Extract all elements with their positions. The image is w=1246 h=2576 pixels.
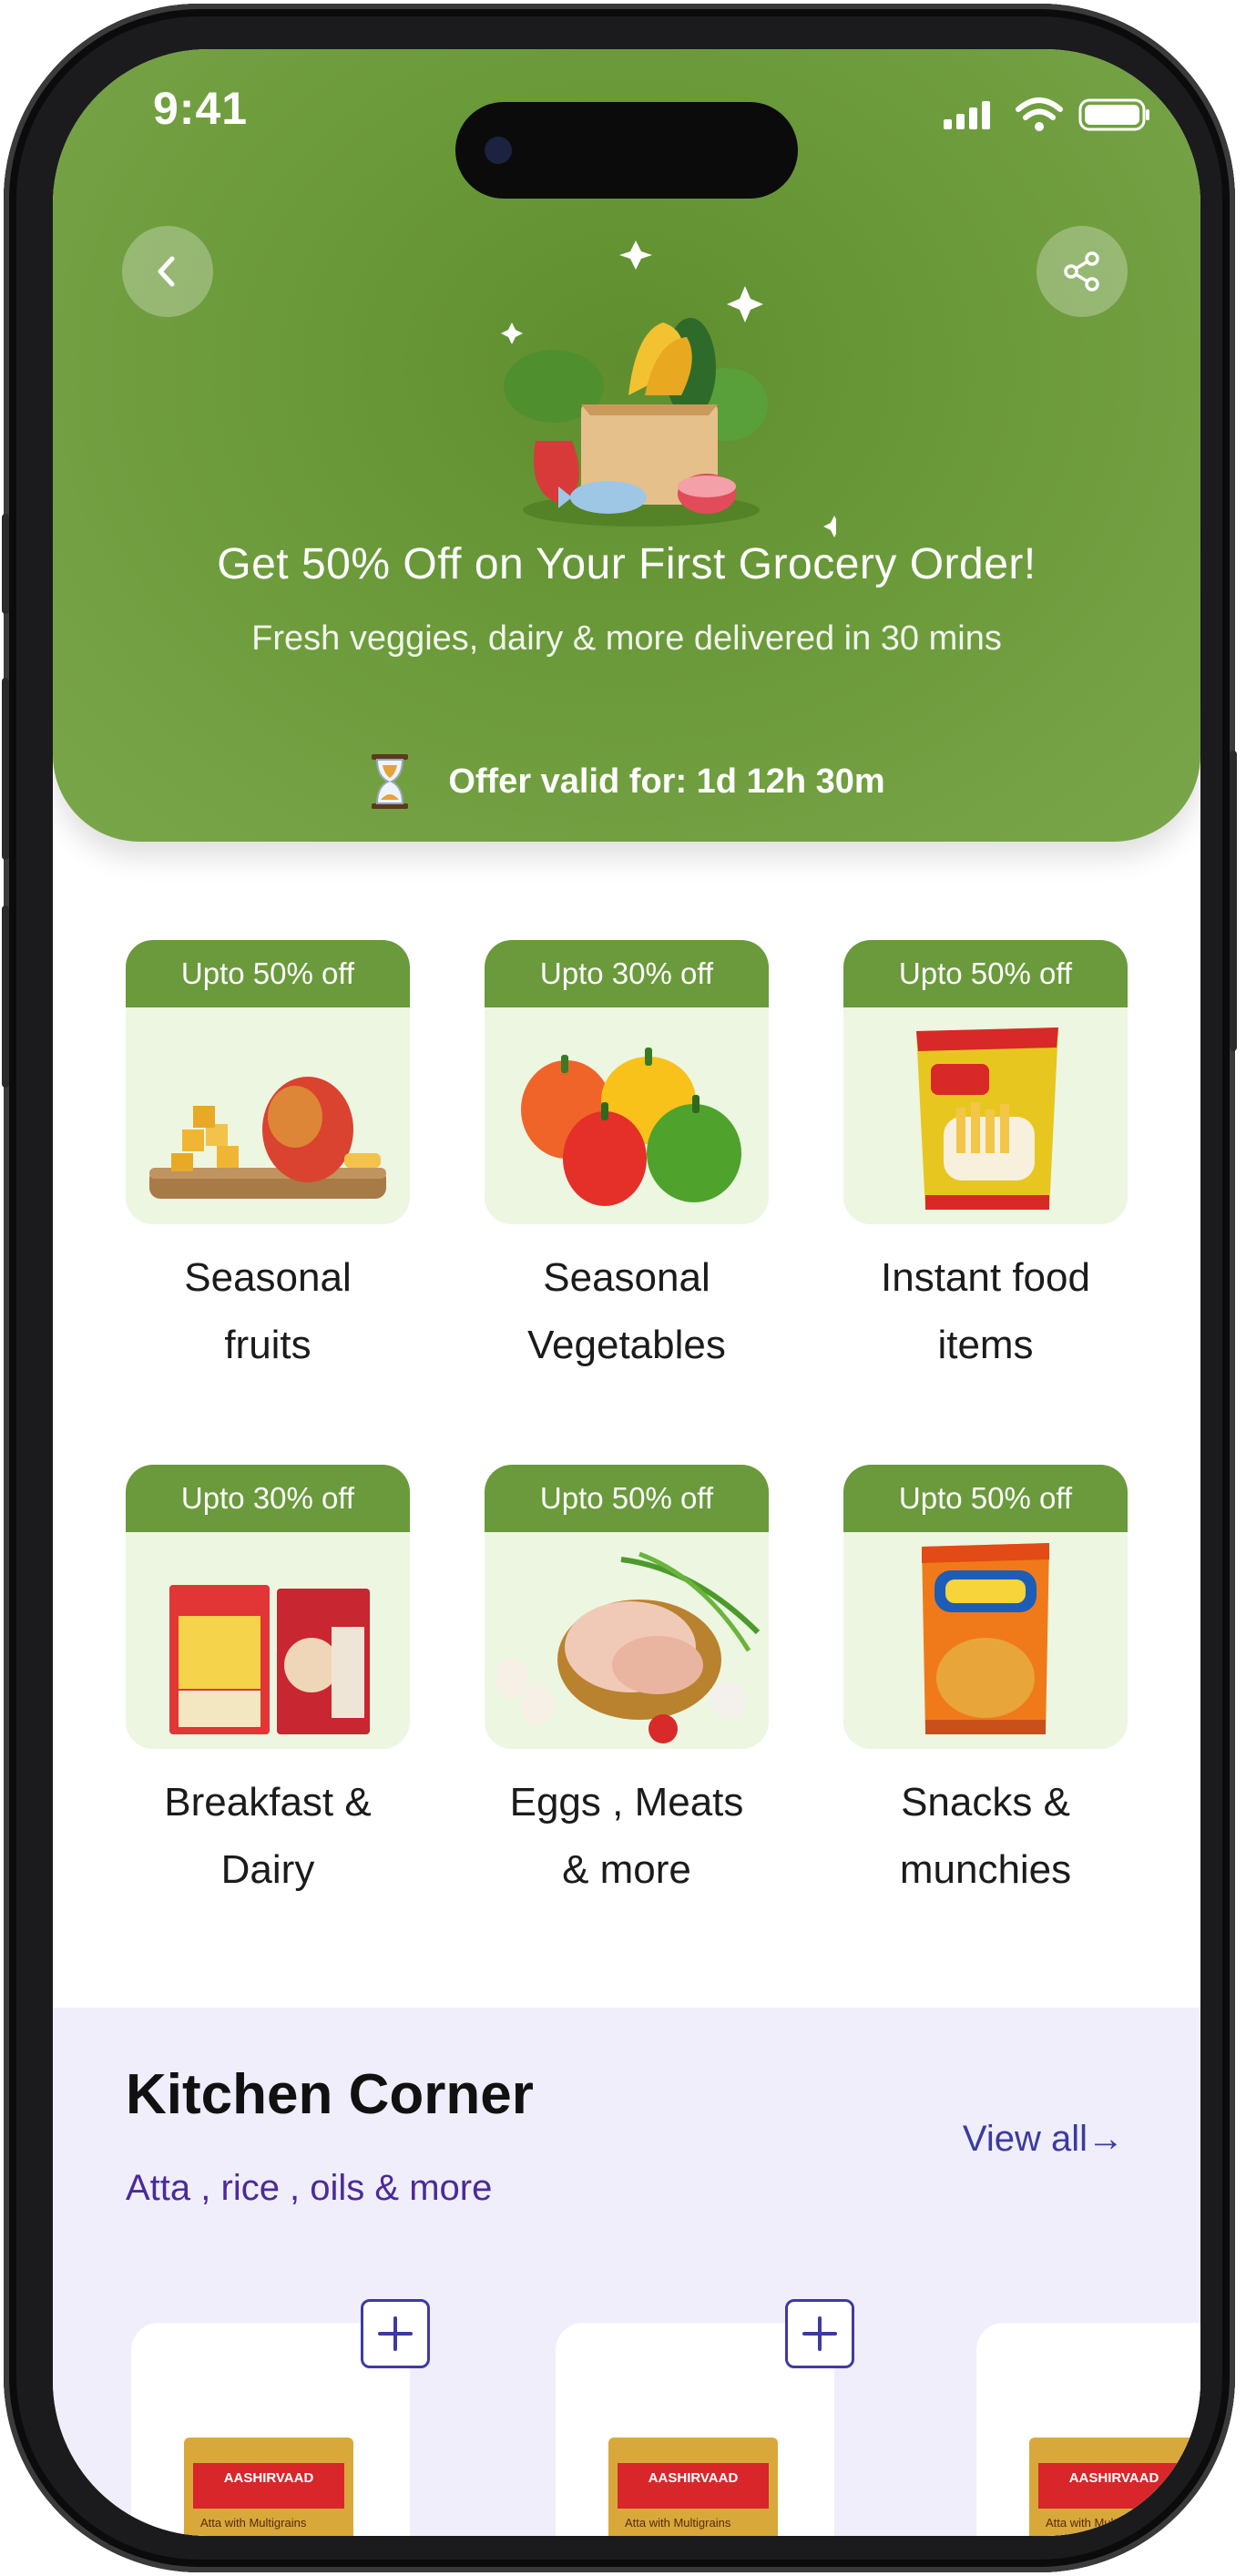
category-breakfast-dairy[interactable]: Upto 30% off Breakfast & Dairy: [126, 1465, 410, 1904]
discount-badge: Upto 50% off: [843, 1465, 1128, 1532]
category-card: Upto 50% off: [485, 1465, 769, 1749]
category-name-line2: Vegetables: [527, 1323, 726, 1367]
eggs-meat-image: [495, 1551, 761, 1743]
category-eggs-meats[interactable]: Upto 50% off Eggs , Meats & more: [485, 1465, 769, 1904]
category-name-line2: Dairy: [220, 1847, 315, 1892]
category-name-line2: munchies: [899, 1847, 1072, 1892]
category-name: Breakfast & Dairy: [126, 1769, 410, 1904]
sparkle-icon: [823, 516, 836, 537]
side-button: [2, 514, 9, 614]
offer-subtitle: Fresh veggies, dairy & more delivered in…: [251, 619, 1002, 658]
plus-icon: [802, 2316, 837, 2351]
category-name-line2: items: [937, 1323, 1034, 1367]
product-brand: AASHIRVAAD: [223, 2470, 314, 2486]
category-card: Upto 30% off: [126, 1465, 410, 1749]
add-to-cart-button[interactable]: [785, 2299, 854, 2368]
product-image: AASHIRVAAD Atta with Multigrains: [184, 2438, 353, 2536]
category-name-line1: Snacks &: [901, 1780, 1070, 1825]
offer-timer-text: Offer valid for: 1d 12h 30m: [448, 762, 885, 801]
category-card: Upto 50% off: [843, 940, 1128, 1224]
vegetables-image: [521, 1048, 741, 1206]
sparkle-icon: [501, 322, 523, 344]
battery-icon: [1078, 98, 1149, 131]
product-variant: Atta with Multigrains: [200, 2516, 307, 2530]
kitchen-corner-section: Kitchen Corner Atta , rice , oils & more…: [53, 2008, 1200, 2536]
offer-banner: 9:41 Get 50% Off on Your First Grocery O…: [53, 49, 1200, 842]
product-image: AASHIRVAAD Atta with Multigrains: [608, 2438, 778, 2536]
product-card[interactable]: AASHIRVAAD Atta with Multigrains: [976, 2323, 1200, 2536]
category-name-line1: Eggs , Meats: [509, 1780, 744, 1825]
discount-badge: Upto 50% off: [126, 940, 410, 1007]
share-button[interactable]: [1037, 226, 1128, 317]
category-seasonal-fruits[interactable]: Upto 50% off Seasonal fruits: [126, 940, 410, 1379]
volume-down-button: [2, 905, 9, 1088]
category-card: Upto 30% off: [485, 940, 769, 1224]
dynamic-island: [455, 102, 798, 199]
product-brand: AASHIRVAAD: [1068, 2470, 1159, 2486]
category-name-line2: fruits: [224, 1323, 312, 1367]
share-icon: [1064, 251, 1099, 291]
sparkle-icon: [727, 286, 763, 322]
sparkle-icon: [619, 240, 652, 270]
category-seasonal-vegetables[interactable]: Upto 30% off Seasonal Vegetables: [485, 940, 769, 1379]
chevron-left-icon: [158, 256, 175, 287]
category-name-line1: Seasonal: [184, 1255, 352, 1300]
view-all-link[interactable]: View all→: [963, 2119, 1124, 2160]
category-name: Instant food items: [843, 1244, 1128, 1379]
category-name-line1: Seasonal: [543, 1255, 710, 1300]
product-image: AASHIRVAAD Atta with Multigrains: [1029, 2438, 1199, 2536]
fries-pack-image: [916, 1027, 1058, 1210]
plus-icon: [378, 2316, 413, 2351]
status-icons: [942, 97, 1151, 133]
category-name: Snacks & munchies: [843, 1769, 1128, 1904]
product-brand: AASHIRVAAD: [648, 2470, 739, 2486]
offer-title: Get 50% Off on Your First Grocery Order!: [217, 540, 1037, 588]
power-button: [1230, 751, 1237, 1051]
section-title: Kitchen Corner: [126, 2063, 534, 2126]
camera-icon: [485, 137, 512, 164]
phone-frame: 9:41 Get 50% Off on Your First Grocery O…: [2, 4, 1237, 2572]
kurkure-pack-image: [922, 1543, 1049, 1734]
status-time: 9:41: [153, 83, 249, 134]
discount-badge: Upto 30% off: [126, 1465, 410, 1532]
category-name-line1: Instant food: [881, 1255, 1090, 1300]
volume-up-button: [2, 678, 9, 860]
category-card: Upto 50% off: [126, 940, 410, 1224]
offer-timer: Offer valid for: 1d 12h 30m: [53, 752, 1200, 811]
hourglass-icon: [372, 754, 409, 809]
product-variant: Atta with Multigrains: [625, 2516, 731, 2530]
signal-icon: [944, 101, 990, 129]
discount-badge: Upto 50% off: [843, 940, 1128, 1007]
fruits-image: [149, 1077, 386, 1199]
category-name: Eggs , Meats & more: [485, 1769, 769, 1904]
app-screen: 9:41 Get 50% Off on Your First Grocery O…: [53, 49, 1200, 2536]
product-variant: Atta with Multigrains: [1046, 2516, 1152, 2530]
category-name-line1: Breakfast &: [164, 1780, 372, 1825]
category-name: Seasonal Vegetables: [485, 1244, 769, 1379]
category-snacks-munchies[interactable]: Upto 50% off Snacks & munchies: [843, 1465, 1128, 1904]
cereal-boxes-image: [169, 1585, 370, 1734]
section-subtitle: Atta , rice , oils & more: [126, 2168, 493, 2208]
category-instant-food[interactable]: Upto 50% off Instant food items: [843, 940, 1128, 1379]
category-name-line2: & more: [562, 1847, 691, 1892]
grocery-bag-illustration: [501, 240, 836, 537]
back-button[interactable]: [122, 226, 213, 317]
discount-badge: Upto 30% off: [485, 940, 769, 1007]
discount-badge: Upto 50% off: [485, 1465, 769, 1532]
category-name: Seasonal fruits: [126, 1244, 410, 1379]
category-card: Upto 50% off: [843, 1465, 1128, 1749]
wifi-icon: [1016, 97, 1063, 131]
add-to-cart-button[interactable]: [361, 2299, 430, 2368]
